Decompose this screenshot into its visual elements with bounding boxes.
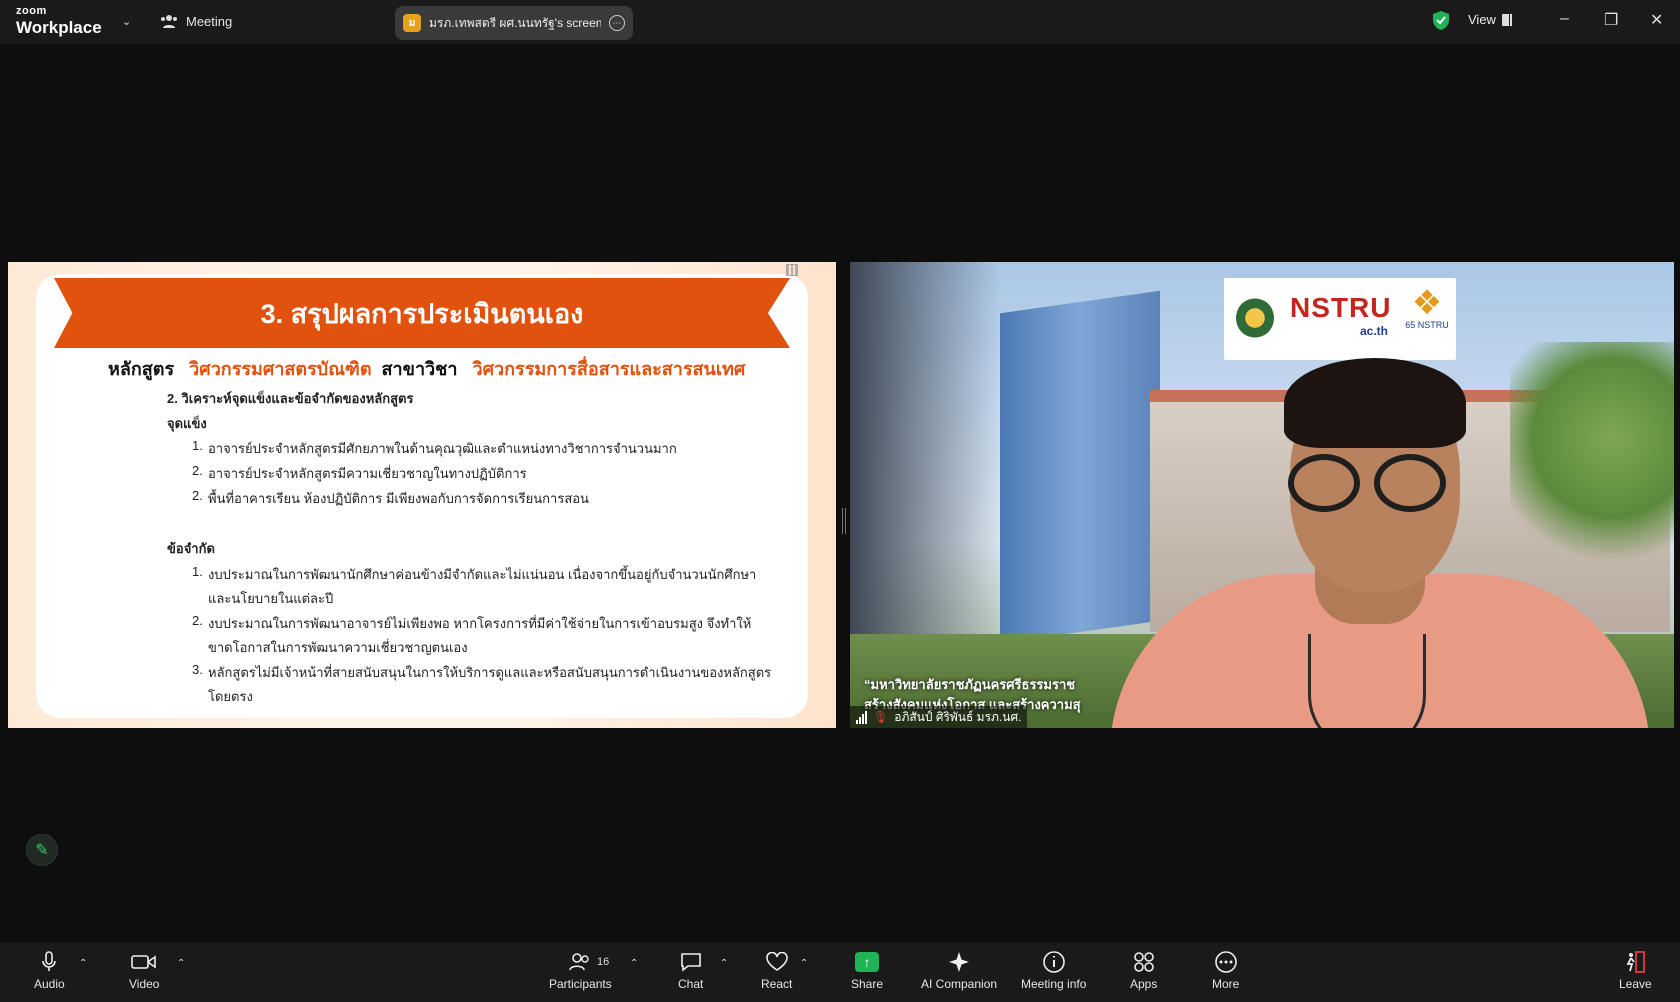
limit-item-line: งบประมาณในการพัฒนานักศึกษาค่อนข้างมีจำกั… [208, 567, 757, 582]
screen-share-indicator[interactable]: ม มรภ.เทพสตรี ผศ.นนทรัฐ's screen ⋯ [395, 6, 633, 40]
section-heading: 2. วิเคราะห์จุดแข็งและข้อจำกัดของหลักสูต… [167, 391, 414, 406]
signal-bars-icon [856, 710, 867, 724]
course-name: วิศวกรรมศาสตรบัณฑิต [189, 359, 372, 379]
meeting-info-label: Meeting info [1021, 977, 1087, 991]
leave-icon [1623, 950, 1647, 974]
audio-options-caret-icon[interactable]: ⌃ [79, 958, 87, 969]
participant-name-bar: 🎙 อภิสันป์ ศิริพันธ์ มรภ.นศ. [850, 706, 1028, 728]
apps-button[interactable]: Apps [1130, 950, 1157, 991]
meeting-info-button[interactable]: Meeting info [1021, 950, 1086, 991]
sharer-avatar: ม [403, 14, 421, 32]
shared-screen[interactable]: 3. สรุปผลการประเมินตนเอง หลักสูตร วิศวกร… [8, 262, 836, 728]
limit-item-line: หลักสูตรไม่มีเจ้าหน้าที่สายสนับสนุนในการ… [208, 665, 772, 680]
more-icon [1214, 950, 1238, 974]
glasses-left [1288, 454, 1360, 512]
view-label: View [1468, 12, 1496, 27]
limit-item-line: ขาดโอกาสในการพัฒนาความเชี่ยวชาญตนเอง [208, 640, 468, 655]
brand-large: Workplace [16, 18, 102, 37]
audio-label: Audio [34, 977, 65, 991]
participants-label: Participants [549, 977, 612, 991]
meeting-icon [161, 15, 177, 28]
zoom-workplace-logo[interactable]: zoom Workplace [16, 5, 102, 37]
list-number: 2. [192, 488, 203, 503]
leave-button[interactable]: Leave [1619, 950, 1652, 991]
slide-title: 3. สรุปผลการประเมินตนเอง [260, 298, 584, 329]
screen-share-label: มรภ.เทพสตรี ผศ.นนทรัฐ's screen [429, 15, 601, 30]
participant-name: อภิสันป์ ศิริพันธ์ มรภ.นศ. [894, 709, 1022, 724]
list-number: 2. [192, 463, 203, 478]
course-prefix: หลักสูตร [108, 359, 175, 379]
ai-companion-label: AI Companion [921, 977, 998, 991]
ai-companion-button[interactable]: AI Companion [921, 950, 997, 991]
apps-icon [1133, 950, 1155, 974]
leave-label: Leave [1619, 977, 1652, 991]
participants-icon [568, 950, 592, 974]
strength-item: อาจารย์ประจำหลักสูตรมีศักยภาพในด้านคุณวุ… [208, 441, 677, 456]
participant-person [1040, 314, 1650, 728]
audio-button[interactable]: Audio [34, 950, 65, 991]
course-line: หลักสูตร วิศวกรรมศาสตรบัณฑิต สาขาวิชา วิ… [108, 354, 745, 383]
limits-heading: ข้อจำกัด [167, 541, 215, 556]
list-number: 3. [192, 662, 203, 677]
person-necklace [1308, 634, 1426, 728]
major-name: วิศวกรรมการสื่อสารและสารสนเทศ [472, 359, 746, 379]
view-layout-icon [1501, 13, 1512, 26]
security-shield-icon[interactable] [1433, 11, 1449, 30]
video-label: Video [129, 977, 160, 991]
more-button[interactable]: More [1212, 950, 1239, 991]
more-options-icon[interactable]: ⋯ [609, 15, 625, 31]
chat-icon [679, 950, 703, 974]
list-number: 1. [192, 564, 203, 579]
meeting-toolbar: Audio ⌃ Video ⌃ Participants 16 ⌃ Chat ⌃… [0, 943, 1680, 1002]
background-caption-line1: “มหาวิทยาลัยราชภัฏนครศรีธรรมราช [864, 677, 1076, 692]
more-label: More [1212, 977, 1240, 991]
title-bar: zoom Workplace ⌄ Meeting ม มรภ.เทพสตรี ผ… [0, 0, 1680, 44]
major-prefix: สาขาวิชา [381, 359, 458, 379]
camera-icon [131, 950, 157, 974]
participant-video-tile[interactable]: NSTRU ac.th ❖ 65 NSTRU “มหาวิทยาลัยราชภั… [850, 262, 1674, 728]
view-button[interactable]: View [1468, 12, 1512, 27]
chevron-down-icon[interactable]: ⌄ [122, 15, 131, 28]
brand-small: zoom [16, 5, 47, 17]
microphone-icon [41, 950, 57, 974]
share-button[interactable]: ↑ Share [851, 950, 883, 991]
limit-item-line: งบประมาณในการพัฒนาอาจารย์ไม่เพียงพอ หากโ… [208, 616, 752, 631]
limit-item-line: โดยตรง [208, 689, 253, 704]
heart-icon [765, 950, 789, 974]
apps-label: Apps [1130, 977, 1158, 991]
react-button[interactable]: React [761, 950, 792, 991]
participants-count: 16 [597, 956, 610, 968]
react-label: React [761, 977, 793, 991]
chat-options-caret-icon[interactable]: ⌃ [720, 958, 728, 969]
list-number: 2. [192, 613, 203, 628]
muted-mic-icon: 🎙 [873, 710, 889, 724]
video-options-caret-icon[interactable]: ⌃ [177, 958, 185, 969]
list-number: 1. [192, 438, 203, 453]
video-button[interactable]: Video [129, 950, 159, 991]
slide-title-banner: 3. สรุปผลการประเมินตนเอง [54, 278, 790, 348]
meeting-menu[interactable]: Meeting [160, 13, 232, 29]
participants-options-caret-icon[interactable]: ⌃ [630, 958, 638, 969]
split-view-resize-handle[interactable] [842, 508, 846, 534]
annotate-pencil-icon[interactable]: ✎ [26, 834, 58, 866]
person-hair [1284, 358, 1466, 448]
chat-label: Chat [678, 977, 704, 991]
share-screen-icon: ↑ [855, 952, 880, 972]
strengths-heading: จุดแข็ง [167, 416, 207, 431]
limit-item-line: และนโยบายในแต่ละปี [208, 591, 334, 606]
glasses-right [1374, 454, 1446, 512]
close-icon[interactable]: ✕ [1650, 10, 1663, 30]
minimize-icon[interactable]: – [1560, 10, 1569, 28]
strength-item: พื้นที่อาคารเรียน ห้องปฏิบัติการ มีเพียง… [208, 491, 589, 506]
info-icon [1042, 950, 1066, 974]
share-label: Share [851, 977, 884, 991]
restore-icon[interactable]: ❐ [1604, 10, 1618, 30]
sparkle-icon [947, 950, 971, 974]
react-options-caret-icon[interactable]: ⌃ [800, 958, 808, 969]
meeting-label: Meeting [186, 13, 233, 29]
strength-item: อาจารย์ประจำหลักสูตรมีความเชี่ยวชาญในทาง… [208, 466, 527, 481]
fullscreen-grid-icon[interactable] [786, 264, 798, 276]
chat-button[interactable]: Chat [678, 950, 703, 991]
